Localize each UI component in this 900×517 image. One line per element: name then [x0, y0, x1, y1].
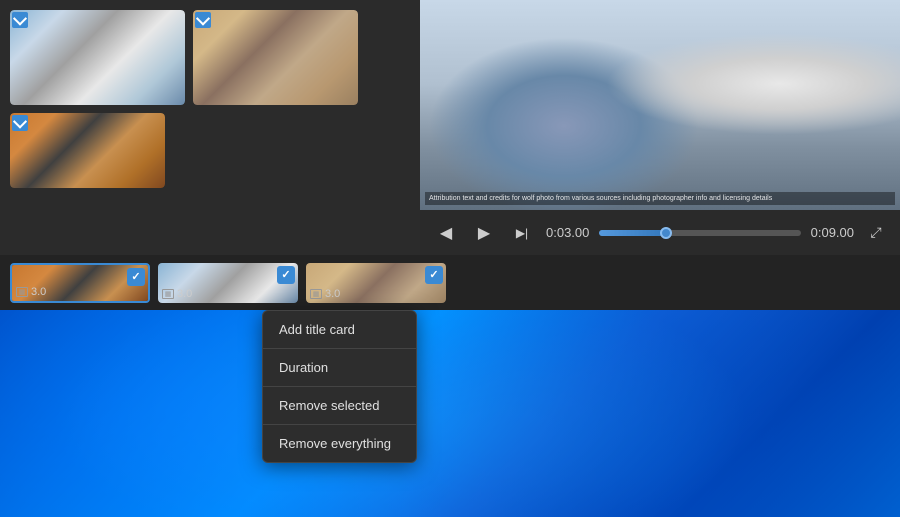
video-caption: Attribution text and credits for wolf ph…: [425, 192, 895, 205]
image-icon-kittens: ▦: [310, 289, 322, 299]
context-menu-duration[interactable]: Duration: [263, 349, 416, 386]
image-icon-tigers: ▦: [16, 287, 28, 297]
progress-bar[interactable]: [599, 230, 800, 236]
timeline-duration-wolf: ▦ 3.0: [162, 288, 192, 300]
timeline-item-wolf[interactable]: ▦ 3.0: [158, 263, 298, 303]
progress-fill: [599, 230, 665, 236]
video-controls-bar: ◀ ▶ ▶| 0:03.00 0:09.00 ⤢: [420, 210, 900, 255]
thumbnail-kittens[interactable]: [193, 10, 358, 105]
prev-button[interactable]: ◀: [432, 219, 460, 247]
video-frame: [420, 0, 900, 210]
duration-value-kittens: 3.0: [325, 288, 340, 300]
video-preview-area: Attribution text and credits for wolf ph…: [420, 0, 900, 210]
progress-thumb[interactable]: [660, 227, 672, 239]
play-button[interactable]: ▶: [470, 219, 498, 247]
context-menu: Add title card Duration Remove selected …: [262, 310, 417, 463]
image-icon-wolf: ▦: [162, 289, 174, 299]
timeline-item-kittens[interactable]: ▦ 3.0: [306, 263, 446, 303]
thumbnail-panel: [0, 0, 420, 255]
duration-value-wolf: 3.0: [177, 288, 192, 300]
next-frame-icon: ▶|: [516, 226, 528, 240]
play-icon: ▶: [478, 223, 490, 243]
next-frame-button[interactable]: ▶|: [508, 219, 536, 247]
fullscreen-button[interactable]: ⤢: [864, 221, 888, 245]
selection-mark-tigers: [12, 115, 28, 131]
thumbnail-tigers[interactable]: [10, 113, 165, 188]
timeline-check-kittens: [425, 266, 443, 284]
current-time: 0:03.00: [546, 225, 589, 240]
video-panel: Attribution text and credits for wolf ph…: [420, 0, 900, 255]
thumbnail-wolf[interactable]: [10, 10, 185, 105]
timeline-duration-tigers: ▦ 3.0: [16, 286, 46, 298]
duration-value-tigers: 3.0: [31, 286, 46, 298]
timeline-panel: ▦ 3.0 ▦ 3.0 ▦ 3.0: [0, 255, 900, 310]
timeline-check-wolf: [277, 266, 295, 284]
fullscreen-icon: ⤢: [870, 224, 881, 241]
context-menu-add-title-card[interactable]: Add title card: [263, 311, 416, 348]
total-time: 0:09.00: [811, 225, 854, 240]
context-menu-remove-everything[interactable]: Remove everything: [263, 425, 416, 462]
background-decoration: [0, 310, 900, 517]
selection-mark-wolf: [12, 12, 28, 28]
selection-mark-kittens: [195, 12, 211, 28]
context-menu-remove-selected[interactable]: Remove selected: [263, 387, 416, 424]
timeline-duration-kittens: ▦ 3.0: [310, 288, 340, 300]
timeline-item-tigers[interactable]: ▦ 3.0: [10, 263, 150, 303]
timeline-check-tigers: [127, 268, 145, 286]
prev-icon: ◀: [440, 223, 452, 243]
